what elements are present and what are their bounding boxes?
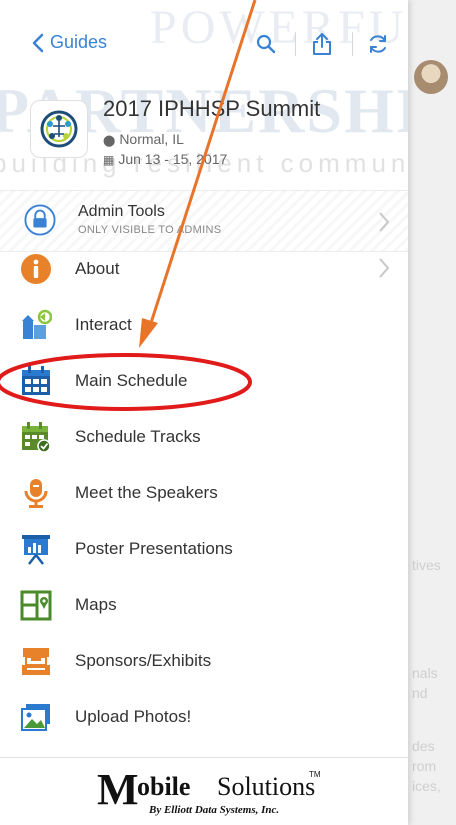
event-location-text: Normal, IL <box>119 131 184 147</box>
event-logo <box>30 100 88 158</box>
refresh-button[interactable] <box>364 30 392 58</box>
menu-item-label: Main Schedule <box>75 371 188 390</box>
background-text: ices, <box>412 778 441 794</box>
logo-byline: By Elliott Data Systems, Inc. <box>149 804 280 816</box>
map-icon <box>20 590 52 621</box>
menu-item-label: Sponsors/Exhibits <box>75 651 212 670</box>
calendar-small-icon: ▦ <box>103 153 115 167</box>
lock-icon <box>24 204 56 236</box>
background-text: nd <box>412 685 428 701</box>
share-button[interactable] <box>308 30 336 58</box>
mobile-solutions-logo: M obile Solutions TM By Elliott Data Sys… <box>97 764 321 822</box>
menu-item-meet-the-speakers[interactable]: Meet the Speakers <box>0 465 408 521</box>
schedule-tracks-icon <box>22 422 51 453</box>
chevron-right-icon <box>379 258 390 278</box>
side-drawer: POWERFUL PARTNERSHIPS building resilient… <box>0 0 408 825</box>
event-title: 2017 IPHHSP Summit <box>103 96 321 121</box>
drawer-footer: M obile Solutions TM By Elliott Data Sys… <box>0 758 408 825</box>
toolbar-divider <box>295 32 296 56</box>
background-text: des <box>412 738 435 754</box>
summit-logo-icon <box>40 110 78 148</box>
menu-item-sponsors-exhibits[interactable]: Sponsors/Exhibits <box>0 633 408 689</box>
search-icon <box>256 34 276 54</box>
interact-icon <box>22 309 52 339</box>
admin-tools-sublabel: ONLY VISIBLE TO ADMINS <box>78 224 222 236</box>
back-label: Guides <box>50 32 108 52</box>
photo-icon <box>21 704 50 731</box>
drawer-header: Guides <box>0 0 408 82</box>
logo-mark: M <box>97 765 139 814</box>
background-text: nals <box>412 665 438 681</box>
menu-item-main-schedule[interactable]: Main Schedule <box>0 353 408 409</box>
menu-item-poster-presentations[interactable]: Poster Presentations <box>0 521 408 577</box>
menu-item-schedule-tracks[interactable]: Schedule Tracks <box>0 409 408 465</box>
background-content-strip <box>408 0 456 825</box>
menu-item-label: About <box>75 259 120 278</box>
menu-item-label: Meet the Speakers <box>75 483 218 502</box>
event-dates: ▦ Jun 13 - 15, 2017 <box>103 151 227 167</box>
refresh-icon <box>370 35 386 53</box>
chevron-right-icon <box>379 212 390 232</box>
menu-item-label: Poster Presentations <box>75 539 233 558</box>
menu-item-label: Upload Photos! <box>75 707 192 726</box>
booth-icon <box>22 648 50 675</box>
menu-item-label: Interact <box>75 315 132 334</box>
logo-text-bold: obile <box>137 772 191 801</box>
menu-item-label: Maps <box>75 595 117 614</box>
menu-item-interact[interactable]: Interact <box>0 297 408 353</box>
info-icon <box>21 254 51 284</box>
background-text: tives <box>412 557 441 573</box>
toolbar-divider <box>352 32 353 56</box>
logo-text: Solutions <box>217 772 316 801</box>
event-dates-text: Jun 13 - 15, 2017 <box>118 151 228 167</box>
menu-item-maps[interactable]: Maps <box>0 577 408 633</box>
admin-tools-label: Admin Tools <box>78 203 165 220</box>
avatar[interactable] <box>414 60 448 94</box>
search-button[interactable] <box>252 30 280 58</box>
microphone-icon <box>24 479 48 508</box>
back-to-guides-button[interactable]: Guides <box>32 32 107 53</box>
location-pin-icon: ⬤ <box>103 135 116 147</box>
background-text: rom <box>412 758 437 774</box>
menu-item-about[interactable]: About <box>0 241 408 297</box>
menu-item-label: Schedule Tracks <box>75 427 201 446</box>
logo-trademark: TM <box>309 770 321 779</box>
presentation-board-icon <box>22 535 50 565</box>
menu-item-upload-photos[interactable]: Upload Photos! <box>0 689 408 745</box>
calendar-icon <box>22 366 50 395</box>
event-location: ⬤ Normal, IL <box>103 131 184 147</box>
share-icon <box>313 33 331 55</box>
chevron-left-icon <box>32 33 44 52</box>
